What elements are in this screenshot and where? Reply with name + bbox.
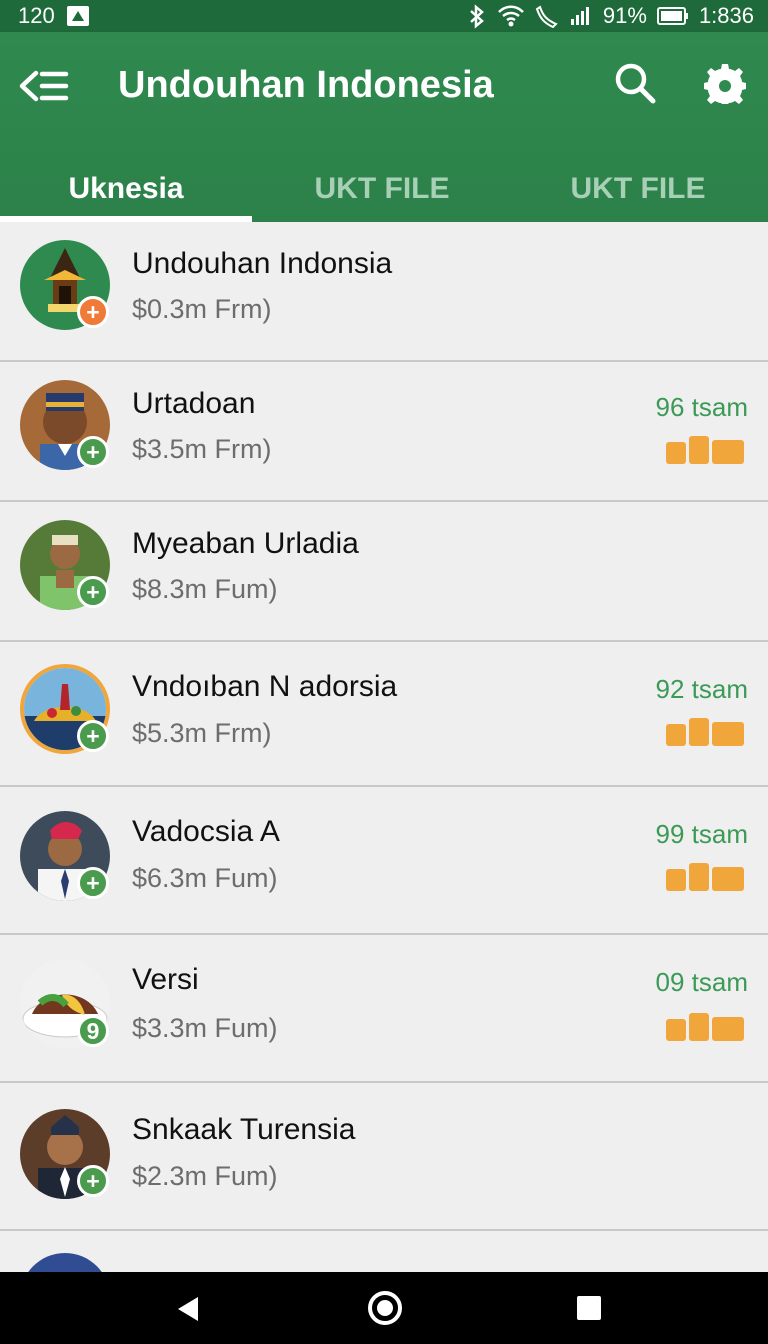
rating-badges xyxy=(666,863,744,891)
status-clock: 1:836 xyxy=(698,3,754,28)
list-item[interactable]: + Vndoıban N adorsia $5.3m Frm) 92 tsam xyxy=(0,642,768,787)
item-subtitle: $2.3m Fum) xyxy=(132,1161,278,1191)
item-time: 99 tsam xyxy=(655,819,749,849)
rating-badges xyxy=(666,718,744,746)
add-icon[interactable]: + xyxy=(77,1165,109,1197)
home-icon[interactable] xyxy=(366,1289,404,1327)
back-menu-icon[interactable] xyxy=(18,66,70,106)
item-subtitle: $3.3m Fum) xyxy=(132,1013,278,1043)
rating-badges xyxy=(666,1013,744,1041)
list-item[interactable]: + Myeaban Urladia $8.3m Fum) xyxy=(0,502,768,642)
item-subtitle: $8.3m Fum) xyxy=(132,574,278,604)
battery-icon xyxy=(656,7,688,25)
item-subtitle: $3.5m Frm) xyxy=(132,434,272,464)
status-time-left: 120 xyxy=(18,3,55,28)
add-icon[interactable]: + xyxy=(77,720,109,752)
status-bar: 120 91% 1:836 xyxy=(0,0,768,32)
list-item[interactable]: + Undouhan Indonsia $0.3m Frm) xyxy=(0,222,768,362)
status-right: 91% 1:836 xyxy=(467,3,754,29)
battery-percent: 91% xyxy=(602,3,647,28)
app-bar: Undouhan Indonesia Uknesia UKT FILE UKT … xyxy=(0,32,768,222)
call-icon xyxy=(535,5,558,28)
item-title: Snkaak Turensia xyxy=(132,1113,356,1146)
item-time: 09 tsam xyxy=(655,967,749,997)
item-title: Versi xyxy=(132,963,199,996)
bluetooth-icon xyxy=(470,3,484,29)
item-title: Myeaban Urladia xyxy=(132,527,359,560)
list-item[interactable] xyxy=(0,1231,768,1272)
item-time: 96 tsam xyxy=(655,392,749,422)
item-title: Vadocsia A xyxy=(132,815,280,848)
tab-ukt-file-1[interactable]: UKT FILE xyxy=(256,156,508,222)
item-subtitle: $5.3m Frm) xyxy=(132,718,272,748)
add-icon[interactable]: 9 xyxy=(77,1015,109,1047)
item-time: 92 tsam xyxy=(655,674,749,704)
recent-apps-icon[interactable] xyxy=(574,1293,604,1323)
item-title: Undouhan Indonsia xyxy=(132,247,393,280)
rating-badges xyxy=(666,436,744,464)
list-item[interactable]: + Urtadoan $3.5m Frm) 96 tsam xyxy=(0,362,768,502)
item-title: Urtadoan xyxy=(132,387,256,420)
add-icon[interactable]: + xyxy=(77,867,109,899)
back-icon[interactable] xyxy=(170,1294,210,1324)
add-icon[interactable]: + xyxy=(77,436,109,468)
wifi-icon xyxy=(498,5,524,27)
item-subtitle: $0.3m Frm) xyxy=(132,294,272,324)
partial-avatar xyxy=(20,1253,110,1272)
add-icon[interactable]: + xyxy=(77,296,109,328)
list-item[interactable]: + Snkaak Turensia $2.3m Fum) xyxy=(0,1083,768,1231)
content-list: + Undouhan Indonsia $0.3m Frm) + Urtadoa… xyxy=(0,222,768,1272)
system-navigation-bar xyxy=(0,1272,768,1344)
app-title: Undouhan Indonesia xyxy=(118,64,494,106)
notification-icon xyxy=(66,6,89,26)
item-title: Vndoıban N adorsia xyxy=(132,670,398,703)
signal-icon xyxy=(570,7,589,25)
tab-ukt-file-2[interactable]: UKT FILE xyxy=(512,156,764,222)
search-icon[interactable] xyxy=(612,60,658,106)
add-icon[interactable]: + xyxy=(77,576,109,608)
gear-icon[interactable] xyxy=(704,62,746,104)
status-left: 120 xyxy=(18,3,91,29)
list-item[interactable]: 9 Versi $3.3m Fum) 09 tsam xyxy=(0,935,768,1083)
tab-uknesia[interactable]: Uknesia xyxy=(0,156,252,222)
list-item[interactable]: + Vadocsia A $6.3m Fum) 99 tsam xyxy=(0,787,768,935)
item-subtitle: $6.3m Fum) xyxy=(132,863,278,893)
